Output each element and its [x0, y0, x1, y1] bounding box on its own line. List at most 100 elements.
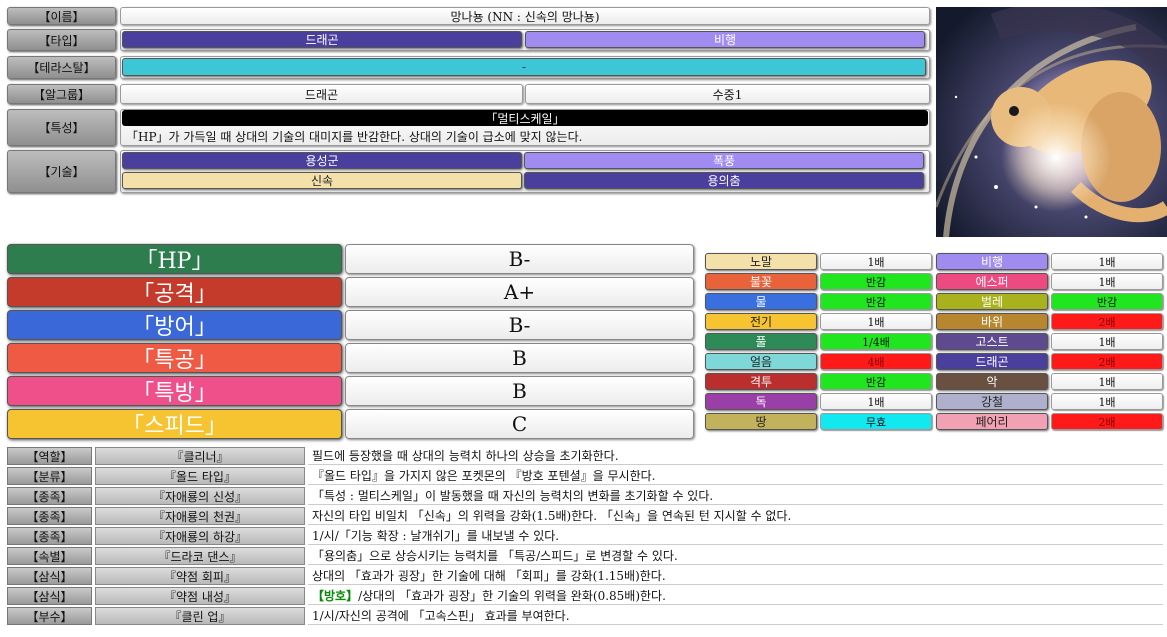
type-effectiveness-multiplier: 무효 — [820, 413, 932, 430]
ability-entry-description: 상대의 「효과가 굉장」한 기술에 대해 「회피」를 강화(1.15배)한다. — [308, 567, 1163, 585]
ability-desc-text: 『올드 타입』을 가지지 않은 포켓몬의 『방호 포텐셜』을 무시한다. — [312, 469, 656, 483]
stat-grade: B- — [345, 244, 694, 274]
ability-category: 【삼식】 — [7, 567, 92, 585]
name-label: 【이름】 — [7, 7, 116, 25]
ability-entry-description: 『올드 타입』을 가지지 않은 포켓몬의 『방호 포텐셜』을 무시한다. — [308, 467, 1163, 485]
type-effectiveness-type: 강철 — [936, 393, 1048, 410]
ability-category: 【부수】 — [7, 607, 92, 625]
type-effectiveness-type: 전기 — [705, 313, 817, 330]
type-effectiveness-multiplier: 1배 — [1051, 273, 1163, 290]
type-badge-flying: 비행 — [525, 31, 925, 48]
ability-entry-name: 『클리너』 — [95, 447, 305, 465]
type-effectiveness-type: 페어리 — [936, 413, 1048, 430]
ability-category: 【분류】 — [7, 467, 92, 485]
stat-grade: B- — [345, 310, 694, 340]
type-effectiveness-multiplier: 반감 — [820, 293, 932, 310]
name-value: 망나뇽 (NN : 신속의 망나뇽) — [120, 7, 930, 25]
ability-entry-description: 「용의춤」으로 상승시키는 능력치를 「특공/스피드」로 변경할 수 있다. — [308, 547, 1163, 565]
ability-entry-name: 『올드 타입』 — [95, 467, 305, 485]
type-effectiveness-multiplier: 1배 — [820, 253, 932, 270]
ability-desc-text: 「용의춤」으로 상승시키는 능력치를 「특공/스피드」로 변경할 수 있다. — [312, 549, 678, 563]
type-label: 【타입】 — [7, 29, 116, 51]
type-effectiveness-multiplier: 2배 — [1051, 313, 1163, 330]
ability-desc-text: 자신의 타입 비일치 「신속」의 위력을 강화(1.5배)한다. 「신속」을 연… — [312, 509, 792, 523]
ability-label: 【특성】 — [7, 109, 116, 146]
stat-grade: B — [345, 376, 694, 406]
moves-label: 【기술】 — [7, 150, 116, 193]
type-effectiveness-multiplier: 1배 — [820, 393, 932, 410]
type-effectiveness-multiplier: 4배 — [820, 353, 932, 370]
ability-category: 【종족】 — [7, 527, 92, 545]
ability-entry-description: 「특성 : 멀티스케일」이 발동했을 때 자신의 능력치의 변화를 초기화할 수… — [308, 487, 1163, 505]
ability-entry-name: 『약점 회피』 — [95, 567, 305, 585]
ability-category: 【역할】 — [7, 447, 92, 465]
type-effectiveness-type: 격투 — [705, 373, 817, 390]
egg-group-label: 【알그룹】 — [7, 84, 116, 104]
stat-label: 「특방」 — [7, 376, 342, 406]
move-2: 폭풍 — [524, 152, 924, 169]
ability-desc-highlight: 【방호】 — [312, 589, 359, 603]
ability-desc-text: 1/시/자신의 공격에 「고속스핀」 효과를 부여한다. — [312, 609, 570, 623]
ability-desc-text: 상대의 「효과가 굉장」한 기술에 대해 「회피」를 강화(1.15배)한다. — [312, 569, 666, 583]
ability-desc-text: 1/시/「기능 확장 : 날개쉬기」를 내보낼 수 있다. — [312, 529, 560, 543]
type-effectiveness-multiplier: 반감 — [820, 273, 932, 290]
type-effectiveness-type: 불꽃 — [705, 273, 817, 290]
ability-category: 【삼식】 — [7, 587, 92, 605]
type-effectiveness-multiplier: 1/4배 — [820, 333, 932, 350]
ability-entry-name: 『자애룡의 신성』 — [95, 487, 305, 505]
stat-grade: A+ — [345, 277, 694, 307]
move-4: 용의춤 — [524, 172, 924, 189]
ability-entry-name: 『클린 업』 — [95, 607, 305, 625]
type-effectiveness-type: 드래곤 — [936, 353, 1048, 370]
type-effectiveness-multiplier: 반감 — [1051, 293, 1163, 310]
type-effectiveness-type: 노말 — [705, 253, 817, 270]
ability-entry-name: 『자애룡의 하강』 — [95, 527, 305, 545]
type-effectiveness-type: 얼음 — [705, 353, 817, 370]
egg-group-2: 수중1 — [525, 84, 930, 104]
ability-category: 【속별】 — [7, 547, 92, 565]
type-effectiveness-type: 땅 — [705, 413, 817, 430]
ability-entry-name: 『드라코 댄스』 — [95, 547, 305, 565]
type-effectiveness-multiplier: 1배 — [1051, 393, 1163, 410]
tera-type-value: - — [122, 58, 926, 76]
ability-entry-description: 1/시/자신의 공격에 「고속스핀」 효과를 부여한다. — [308, 607, 1163, 625]
type-effectiveness-type: 벌레 — [936, 293, 1048, 310]
type-effectiveness-multiplier: 2배 — [1051, 353, 1163, 370]
ability-desc-text: 「특성 : 멀티스케일」이 발동했을 때 자신의 능력치의 변화를 초기화할 수… — [312, 489, 714, 503]
stat-label: 「스피드」 — [7, 409, 342, 439]
type-effectiveness-type: 독 — [705, 393, 817, 410]
ability-entry-description: 1/시/「기능 확장 : 날개쉬기」를 내보낼 수 있다. — [308, 527, 1163, 545]
ability-entry-name: 『자애룡의 천권』 — [95, 507, 305, 525]
type-effectiveness-type: 악 — [936, 373, 1048, 390]
type-effectiveness-multiplier: 2배 — [1051, 413, 1163, 430]
ability-desc-text-post: /상대의 「효과가 굉장」한 기술의 위력을 완화(0.85배)한다. — [358, 589, 666, 603]
tera-label: 【테라스탈】 — [7, 56, 116, 79]
ability-entry-name: 『약점 내성』 — [95, 587, 305, 605]
ability-category: 【종족】 — [7, 507, 92, 525]
type-effectiveness-multiplier: 1배 — [1051, 373, 1163, 390]
type-effectiveness-type: 풀 — [705, 333, 817, 350]
ability-description: 「HP」가 가득일 때 상대의 기술의 대미지를 반감한다. 상대의 기술이 급… — [126, 130, 583, 144]
type-effectiveness-multiplier: 반감 — [820, 373, 932, 390]
type-effectiveness-type: 바위 — [936, 313, 1048, 330]
move-1: 용성군 — [122, 152, 522, 169]
ability-desc-text: 필드에 등장했을 때 상대의 능력치 하나의 상승을 초기화한다. — [312, 449, 619, 463]
type-effectiveness-type: 물 — [705, 293, 817, 310]
ability-entry-description: 필드에 등장했을 때 상대의 능력치 하나의 상승을 초기화한다. — [308, 447, 1163, 465]
type-effectiveness-multiplier: 1배 — [1051, 333, 1163, 350]
ability-entry-description: 【방호】/상대의 「효과가 굉장」한 기술의 위력을 완화(0.85배)한다. — [308, 587, 1163, 605]
stat-label: 「방어」 — [7, 310, 342, 340]
stat-label: 「공격」 — [7, 277, 342, 307]
type-effectiveness-type: 비행 — [936, 253, 1048, 270]
type-effectiveness-multiplier: 1배 — [820, 313, 932, 330]
ability-category: 【종족】 — [7, 487, 92, 505]
stat-grade: B — [345, 343, 694, 373]
ability-entry-description: 자신의 타입 비일치 「신속」의 위력을 강화(1.5배)한다. 「신속」을 연… — [308, 507, 1163, 525]
type-badge-dragon: 드래곤 — [122, 31, 522, 48]
stat-label: 「특공」 — [7, 343, 342, 373]
type-effectiveness-type: 고스트 — [936, 333, 1048, 350]
egg-group-1: 드래곤 — [120, 84, 523, 104]
ability-name: 「멀티스케일」 — [122, 110, 928, 126]
stat-grade: C — [345, 409, 694, 439]
stat-label: 「HP」 — [7, 244, 342, 274]
